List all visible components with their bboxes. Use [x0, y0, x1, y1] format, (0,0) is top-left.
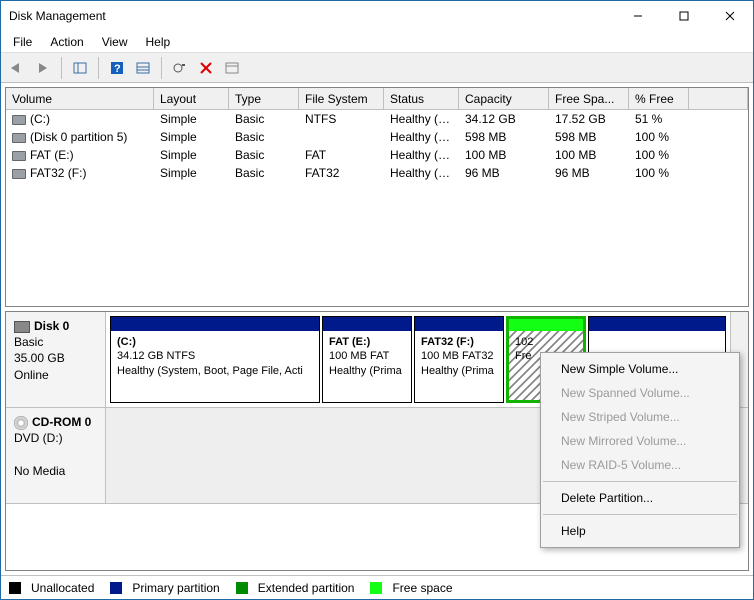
forward-button[interactable]	[31, 57, 55, 79]
legend-extended: Extended partition	[258, 581, 355, 595]
context-menu: New Simple Volume... New Spanned Volume.…	[540, 352, 740, 548]
properties-button[interactable]	[220, 57, 244, 79]
toolbar: ?	[1, 53, 753, 83]
delete-button[interactable]	[194, 57, 218, 79]
legend: Unallocated Primary partition Extended p…	[1, 575, 753, 599]
disk0-status: Online	[14, 368, 49, 382]
partition-label: (C:) 34.12 GB NTFS Healthy (System, Boot…	[111, 331, 319, 382]
cdrom-type: DVD (D:)	[14, 431, 63, 445]
partition-c[interactable]: (C:) 34.12 GB NTFS Healthy (System, Boot…	[110, 316, 320, 403]
titlebar: Disk Management	[1, 1, 753, 31]
legend-free: Free space	[392, 581, 452, 595]
partition-band	[415, 317, 503, 331]
ctx-new-raid5-volume: New RAID-5 Volume...	[541, 453, 739, 477]
volume-row[interactable]: (Disk 0 partition 5)SimpleBasicHealthy (…	[6, 128, 748, 146]
ctx-new-simple-volume[interactable]: New Simple Volume...	[541, 357, 739, 381]
disk0-size: 35.00 GB	[14, 351, 65, 365]
swatch-free	[370, 582, 382, 594]
swatch-primary	[110, 582, 122, 594]
graphical-view: Disk 0 Basic 35.00 GB Online (C:) 34.12 …	[5, 311, 749, 571]
maximize-button[interactable]	[661, 1, 707, 31]
ctx-separator	[543, 514, 737, 515]
cdrom-title: CD-ROM 0	[32, 415, 91, 429]
window-title: Disk Management	[9, 9, 615, 23]
partition-label: FAT (E:) 100 MB FAT Healthy (Prima	[323, 331, 411, 382]
ctx-help[interactable]: Help	[541, 519, 739, 543]
disk-icon	[14, 321, 30, 333]
disk0-type: Basic	[14, 335, 43, 349]
col-volume[interactable]: Volume	[6, 88, 154, 109]
drive-icon	[12, 133, 26, 143]
menu-view[interactable]: View	[94, 33, 136, 51]
console-tree-button[interactable]	[68, 57, 92, 79]
ctx-delete-partition[interactable]: Delete Partition...	[541, 486, 739, 510]
drive-icon	[12, 151, 26, 161]
partition-band	[111, 317, 319, 331]
minimize-button[interactable]	[615, 1, 661, 31]
cdrom-label[interactable]: CD-ROM 0 DVD (D:) No Media	[6, 408, 106, 503]
drive-icon	[12, 169, 26, 179]
back-button[interactable]	[5, 57, 29, 79]
toolbar-separator	[61, 57, 62, 79]
drive-icon	[12, 115, 26, 125]
disk0-title: Disk 0	[34, 319, 69, 333]
partition-band	[589, 317, 725, 331]
menu-action[interactable]: Action	[42, 33, 91, 51]
help-button[interactable]: ?	[105, 57, 129, 79]
ctx-new-mirrored-volume: New Mirrored Volume...	[541, 429, 739, 453]
volume-list[interactable]: Volume Layout Type File System Status Ca…	[5, 87, 749, 307]
swatch-unallocated	[9, 582, 21, 594]
partition-label: FAT32 (F:) 100 MB FAT32 Healthy (Prima	[415, 331, 503, 382]
partition-fat-e[interactable]: FAT (E:) 100 MB FAT Healthy (Prima	[322, 316, 412, 403]
legend-primary: Primary partition	[132, 581, 219, 595]
volume-row[interactable]: FAT32 (F:)SimpleBasicFAT32Healthy (P...9…	[6, 164, 748, 182]
col-capacity[interactable]: Capacity	[459, 88, 549, 109]
menu-help[interactable]: Help	[138, 33, 179, 51]
partition-band	[509, 319, 583, 331]
content-area: Volume Layout Type File System Status Ca…	[1, 83, 753, 575]
menu-file[interactable]: File	[5, 33, 40, 51]
svg-text:?: ?	[114, 63, 121, 75]
ctx-new-spanned-volume: New Spanned Volume...	[541, 381, 739, 405]
partition-band	[323, 317, 411, 331]
ctx-new-striped-volume: New Striped Volume...	[541, 405, 739, 429]
col-layout[interactable]: Layout	[154, 88, 229, 109]
legend-unallocated: Unallocated	[31, 581, 94, 595]
menubar: File Action View Help	[1, 31, 753, 53]
disk0-label[interactable]: Disk 0 Basic 35.00 GB Online	[6, 312, 106, 407]
list-view-button[interactable]	[131, 57, 155, 79]
settings-button[interactable]	[168, 57, 192, 79]
col-pctfree[interactable]: % Free	[629, 88, 689, 109]
disk-management-window: Disk Management File Action View Help ?	[0, 0, 754, 600]
col-spare[interactable]	[689, 88, 748, 109]
col-status[interactable]: Status	[384, 88, 459, 109]
toolbar-separator	[161, 57, 162, 79]
col-type[interactable]: Type	[229, 88, 299, 109]
cdrom-icon	[14, 416, 28, 430]
volume-row[interactable]: (C:)SimpleBasicNTFSHealthy (S...34.12 GB…	[6, 110, 748, 128]
swatch-extended	[236, 582, 248, 594]
col-filesystem[interactable]: File System	[299, 88, 384, 109]
col-freespace[interactable]: Free Spa...	[549, 88, 629, 109]
volume-list-header: Volume Layout Type File System Status Ca…	[6, 88, 748, 110]
partition-label	[589, 331, 725, 339]
partition-fat32-f[interactable]: FAT32 (F:) 100 MB FAT32 Healthy (Prima	[414, 316, 504, 403]
cdrom-status: No Media	[14, 464, 65, 478]
ctx-separator	[543, 481, 737, 482]
volume-row[interactable]: FAT (E:)SimpleBasicFATHealthy (P...100 M…	[6, 146, 748, 164]
toolbar-separator	[98, 57, 99, 79]
close-button[interactable]	[707, 1, 753, 31]
